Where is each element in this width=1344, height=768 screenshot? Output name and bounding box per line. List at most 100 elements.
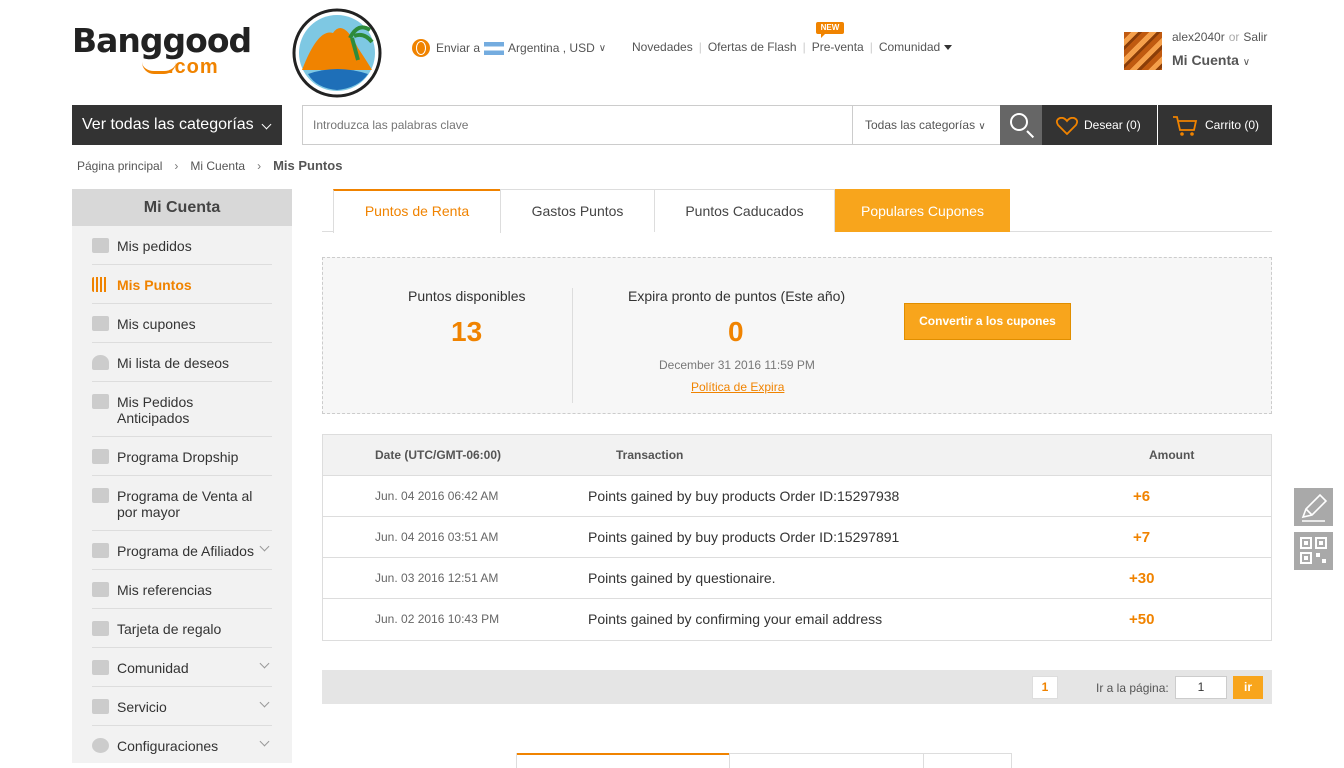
sidebar-item-coupons[interactable]: Mis cupones [92,304,272,343]
caret-down-icon [944,45,953,51]
feedback-button[interactable] [1294,488,1333,526]
row-date: Jun. 04 2016 06:42 AM [375,489,499,503]
sidebar-item-referrals[interactable]: Mis referencias [92,570,272,609]
bottom-tab[interactable] [923,753,1012,768]
divider [572,288,573,403]
chevron-right-icon: › [257,158,262,173]
sidebar-item-service[interactable]: Servicio [92,687,272,726]
banggood-logo[interactable]: Banggood .com [72,24,252,80]
goto-page-input[interactable]: 1 [1175,676,1227,699]
row-amount: +50 [1129,611,1155,628]
table-row: Jun. 04 2016 03:51 AM Points gained by b… [323,517,1271,558]
chevron-down-icon [259,736,270,747]
my-account-dropdown[interactable]: Mi Cuenta ∨ [1172,52,1250,68]
summer-promo-badge[interactable] [288,8,386,98]
country-currency-separator: , [559,41,570,55]
sidebar-item-label: Mis pedidos [117,238,192,254]
heart-icon [92,355,109,370]
nav-link-novedades[interactable]: Novedades [632,40,693,54]
bottom-tab[interactable] [517,753,729,768]
sidebar-item-label: Configuraciones [117,738,219,754]
search-button[interactable] [1000,105,1042,145]
expiry-policy-link[interactable]: Política de Expira [691,380,784,394]
available-points-value: 13 [451,316,483,347]
sidebar-item-community[interactable]: Comunidad [92,648,272,687]
ship-to-selector[interactable]: Enviar a Argentina , USD ∨ [412,38,606,58]
sidebar-item-label: Mi lista de deseos [117,355,230,371]
bottom-tab[interactable] [729,753,923,768]
wishlist-label: Desear (0) [1084,118,1141,132]
row-amount: +30 [1129,570,1155,587]
chevron-down-icon [259,697,270,708]
gear-icon [92,738,109,753]
sidebar-item-orders[interactable]: Mis pedidos [92,226,272,265]
cart-icon [1173,116,1198,136]
sidebar-item-preorders[interactable]: Mis Pedidos Anticipados [92,382,272,437]
search-scope-select[interactable]: Todas las categorías ∨ [852,106,1000,144]
row-date: Jun. 03 2016 12:51 AM [375,571,499,585]
chevron-down-icon [259,541,270,552]
sidebar-item-gift-card[interactable]: Tarjeta de regalo [92,609,272,648]
new-badge: NEW [816,22,844,38]
table-row: Jun. 02 2016 10:43 PM Points gained by c… [323,599,1271,640]
account-menu[interactable]: alex2040r or Salir Mi Cuenta ∨ [1124,30,1274,70]
heart-icon [1056,117,1078,135]
sidebar-item-wishlist[interactable]: Mi lista de deseos [92,343,272,382]
sidebar-item-label: Programa Dropship [117,449,239,465]
avatar[interactable] [1124,32,1162,70]
sidebar-item-dropship[interactable]: Programa Dropship [92,437,272,476]
breadcrumb-account[interactable]: Mi Cuenta [190,159,245,173]
nav-link-flash-deals[interactable]: Ofertas de Flash [708,40,797,54]
column-header-transaction: Transaction [616,448,684,462]
sidebar-item-points[interactable]: Mis Puntos [92,265,272,304]
table-header: Date (UTC/GMT-06:00) Transaction Amount [323,435,1271,476]
username-link[interactable]: alex2040r [1172,30,1225,44]
chevron-right-icon: › [174,158,179,173]
table-row: Jun. 04 2016 06:42 AM Points gained by b… [323,476,1271,517]
star-icon [92,582,109,597]
people-icon [92,543,109,558]
cart-label: Carrito (0) [1205,118,1260,132]
tab-expired-points[interactable]: Puntos Caducados [654,189,835,232]
sidebar-item-settings[interactable]: Configuraciones [92,726,272,763]
goto-page-label: Ir a la página: [1096,681,1169,695]
sidebar-item-label: Servicio [117,699,167,715]
qr-code-button[interactable] [1294,532,1333,570]
page-number-current[interactable]: 1 [1032,676,1058,699]
breadcrumb: Página principal › Mi Cuenta › Mis Punto… [77,158,342,173]
tab-earned-points[interactable]: Puntos de Renta [333,189,501,233]
nav-link-preorder[interactable]: Pre-venta [812,40,864,54]
all-categories-button[interactable]: Ver todas las categorías [72,105,282,145]
convert-to-coupons-button[interactable]: Convertir a los cupones [904,303,1071,340]
wishlist-button[interactable]: Desear (0) [1042,105,1157,145]
table-row: Jun. 03 2016 12:51 AM Points gained by q… [323,558,1271,599]
grid-icon [92,660,109,675]
search-input[interactable] [303,106,851,144]
sidebar-item-affiliates[interactable]: Programa de Afiliados [92,531,272,570]
coupon-icon [92,316,109,331]
cart-button[interactable]: Carrito (0) [1158,105,1272,145]
breadcrumb-current: Mis Puntos [273,158,343,173]
goto-page-button[interactable]: ir [1233,676,1263,699]
expiring-date: December 31 2016 11:59 PM [659,358,815,372]
available-points-label: Puntos disponibles [408,288,526,304]
or-text: or [1228,30,1240,44]
row-transaction: Points gained by buy products Order ID:1… [588,529,900,545]
truck-icon [92,449,109,464]
nav-link-community[interactable]: Comunidad [879,40,953,54]
clipboard-icon [92,238,109,253]
bottom-tabs [516,753,1012,768]
sidebar-item-label: Comunidad [117,660,189,676]
tab-spent-points[interactable]: Gastos Puntos [500,189,655,232]
sidebar-item-label: Mis cupones [117,316,196,332]
sidebar-item-label: Mis Pedidos Anticipados [117,394,194,426]
logout-link[interactable]: Salir [1243,30,1267,44]
breadcrumb-home[interactable]: Página principal [77,159,162,173]
tab-popular-coupons[interactable]: Populares Cupones [835,189,1010,232]
my-account-label: Mi Cuenta [1172,52,1239,68]
account-sidebar: Mi Cuenta Mis pedidos Mis Puntos Mis cup… [72,189,292,763]
sidebar-item-wholesale[interactable]: Programa de Venta al por mayor [92,476,272,531]
points-summary: Puntos disponibles 13 Expira pronto de p… [322,257,1272,414]
sidebar-item-label: Mis referencias [117,582,212,598]
pencil-icon [1301,493,1328,522]
